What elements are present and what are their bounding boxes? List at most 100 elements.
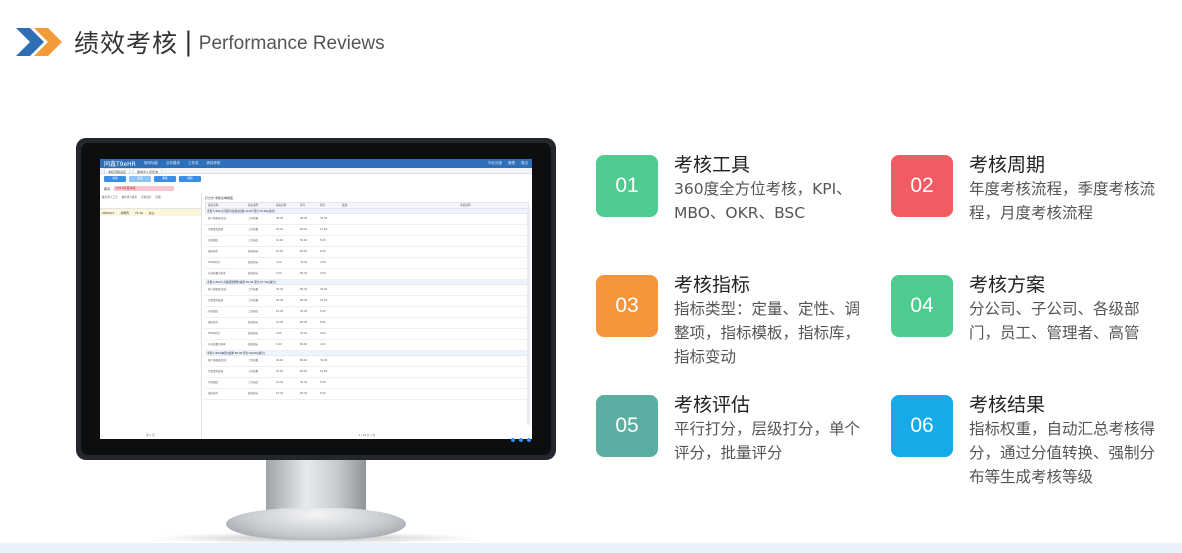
right-grid-cell: 绩效指标 (248, 321, 259, 324)
feature-number-badge: 02 (891, 155, 953, 217)
right-grid-row[interactable]: 内控制度 工作态度 10.00 50.00 5.00 (205, 236, 529, 247)
right-grid-cell: 5.00 (276, 272, 282, 275)
right-grid-pager[interactable]: 1 / 16 共 1 条 (202, 433, 532, 437)
right-grid-col: 考核说明 (460, 204, 471, 207)
feature-number-badge: 05 (596, 395, 658, 457)
right-grid-row[interactable]: 客户满意度/投诉 工作质量 40.00 80.00 32.00 (205, 356, 529, 367)
left-grid-cell: 总公 (148, 211, 155, 215)
right-grid-cell: 5.00 (320, 239, 326, 242)
app-period-select[interactable]: 2019年度考核 (114, 186, 175, 191)
feature-card-cycle: 02 考核周期 年度考核流程，季度考核流程，月度考核流程 (891, 154, 1171, 265)
right-grid-cell: 12.00 (320, 228, 328, 231)
right-grid-cell: 10.00 (276, 321, 284, 324)
right-grid-cell: 内控制度 (208, 310, 219, 313)
right-grid-cell: 20.00 (276, 299, 284, 302)
right-grid-cell: 80.00 (300, 343, 308, 346)
left-grid-pager[interactable]: 第 1 页 (100, 433, 201, 437)
right-grid-header: 指标名称 指标类型 指标权重 评分 得分 描述 考核说明 (205, 202, 529, 209)
app-new-button[interactable]: 新建 (104, 176, 126, 182)
feature-description: 分公司、子公司、各级部门，员工、管理者、高管 (969, 300, 1140, 342)
right-grid-cell: 绩效指标 (248, 392, 259, 395)
right-grid-cell: 80.00 (300, 217, 308, 220)
right-grid-row[interactable]: 团队协作 绩效指标 10.00 60.00 6.00 (205, 389, 529, 400)
right-grid-row[interactable]: 5S/6S执行 绩效指标 5.00 70.00 3.50 (205, 258, 529, 269)
right-grid-col: 指标权重 (276, 204, 287, 207)
right-grid-cell: 工作质量 (248, 370, 259, 373)
right-grid-cell: 80.00 (300, 272, 308, 275)
right-grid-cell: 80.00 (300, 288, 308, 291)
feature-title: 考核周期 (969, 154, 1046, 176)
right-grid-cell: 绩效指标 (248, 343, 259, 346)
left-grid-header: 被考评人工号 被考评人姓名 考核总分 层级 (100, 193, 201, 209)
feature-number-badge: 06 (891, 395, 953, 457)
left-grid-row[interactable]: 0000621 刘明辉 75.26 总公 (100, 209, 201, 216)
app-menu-item[interactable]: 绩效考核 (206, 161, 220, 166)
right-grid-cell: 5S/6S执行 (208, 332, 221, 335)
app-org-select[interactable]: 华北分部 (488, 161, 502, 166)
right-grid-col: 得分 (320, 204, 326, 207)
right-grid-cell: 团队协作 (208, 250, 219, 253)
feature-description: 年度考核流程，季度考核流程，月度考核流程 (969, 180, 1156, 222)
right-grid-cell: 10.00 (276, 381, 284, 384)
right-grid-cell: 10.00 (276, 310, 284, 313)
right-grid-scrollbar[interactable] (527, 207, 530, 425)
app-logo: 同鑫T9eHR (104, 161, 136, 168)
left-grid-cell: 刘明辉 (120, 211, 129, 215)
right-grid-cell: 行政事务处理 (208, 370, 224, 373)
feature-title: 考核评估 (674, 394, 751, 416)
app-menu-item[interactable]: 常用功能 (144, 161, 158, 166)
right-grid-col: 评分 (300, 204, 306, 207)
right-grid-row[interactable]: 产品质量合格率 绩效指标 5.00 80.00 4.00 (205, 269, 529, 280)
right-grid-cell: 客户满意度/投诉 (208, 217, 227, 220)
right-grid-cell: 工作质量 (248, 217, 259, 220)
app-tab[interactable]: 考核流程设定 (104, 168, 131, 174)
right-grid-col: 指标名称 (208, 204, 219, 207)
right-grid-row[interactable]: 客户满意度/投诉 工作质量 40.00 80.00 32.00 (205, 214, 529, 225)
right-grid-row[interactable]: 内控制度 工作态度 10.00 50.00 5.00 (205, 307, 529, 318)
app-refresh-button[interactable]: 刷新 (179, 176, 201, 182)
right-grid-cell: 6.00 (320, 321, 326, 324)
right-grid-cell: 4.00 (320, 272, 326, 275)
right-grid-cell: 6.00 (320, 392, 326, 395)
feature-title: 考核方案 (969, 274, 1046, 296)
right-grid-cell: 60.00 (300, 250, 308, 253)
right-grid-cell: 20.00 (276, 370, 284, 373)
right-grid-row[interactable]: 客户满意度/投诉 工作质量 40.00 80.00 32.00 (205, 285, 529, 296)
right-grid-cell: 60.00 (300, 321, 308, 324)
right-grid-row[interactable]: 行政事务处理 工作质量 20.00 60.00 12.00 (205, 296, 529, 307)
right-grid-cell: 4.00 (320, 343, 326, 346)
right-grid-cell: 20.00 (276, 228, 284, 231)
right-grid-row[interactable]: 内控制度 工作态度 10.00 50.00 5.00 (205, 378, 529, 389)
right-grid-cell: 内控制度 (208, 381, 219, 384)
app-menu-item[interactable]: 业务模块 (166, 161, 180, 166)
right-grid-cell: 60.00 (300, 228, 308, 231)
app-edit-button[interactable]: 修改 (129, 176, 151, 182)
right-grid-cell: 5.00 (320, 381, 326, 384)
right-grid-cell: 5.00 (276, 343, 282, 346)
right-grid-cell: 6.00 (320, 250, 326, 253)
right-grid-rows: 考核人:001公司领导(总监)[权重:20.00 评分:75.00](满分) 客户… (205, 209, 529, 400)
right-grid-cell: 10.00 (276, 239, 284, 242)
right-grid-cell: 50.00 (300, 310, 308, 313)
app-logout[interactable]: 退出 (521, 161, 528, 166)
right-grid-cell: 5S/6S执行 (208, 261, 221, 264)
app-left-grid: 被考评人工号 被考评人姓名 考核总分 层级 0000621 刘明辉 75.26 … (100, 193, 202, 439)
right-grid-cell: 32.00 (320, 217, 328, 220)
right-grid-cell: 内控制度 (208, 239, 219, 242)
feature-number-badge: 03 (596, 275, 658, 337)
right-grid-cell: 行政事务处理 (208, 228, 224, 231)
right-grid-cell: 5.00 (276, 332, 282, 335)
right-grid-row[interactable]: 团队协作 绩效指标 10.00 60.00 6.00 (205, 318, 529, 329)
right-grid-row[interactable]: 行政事务处理 工作质量 20.00 60.00 12.00 (205, 367, 529, 378)
right-grid-row[interactable]: 团队协作 绩效指标 10.00 60.00 6.00 (205, 247, 529, 258)
app-admin-menu[interactable]: 管理 (508, 161, 515, 166)
right-grid-cell: 3.50 (320, 332, 326, 335)
right-grid-row[interactable]: 行政事务处理 工作质量 20.00 60.00 12.00 (205, 225, 529, 236)
right-grid-row[interactable]: 5S/6S执行 绩效指标 5.00 70.00 3.50 (205, 329, 529, 340)
app-menu-item[interactable]: 工作流 (188, 161, 199, 166)
right-grid-cell: 40.00 (276, 288, 284, 291)
app-tab[interactable]: 部考评人员查询 (133, 168, 163, 174)
app-delete-button[interactable]: 删除 (154, 176, 176, 182)
right-grid-row[interactable]: 产品质量合格率 绩效指标 5.00 80.00 4.00 (205, 340, 529, 351)
right-grid-cell: 产品质量合格率 (208, 343, 226, 346)
